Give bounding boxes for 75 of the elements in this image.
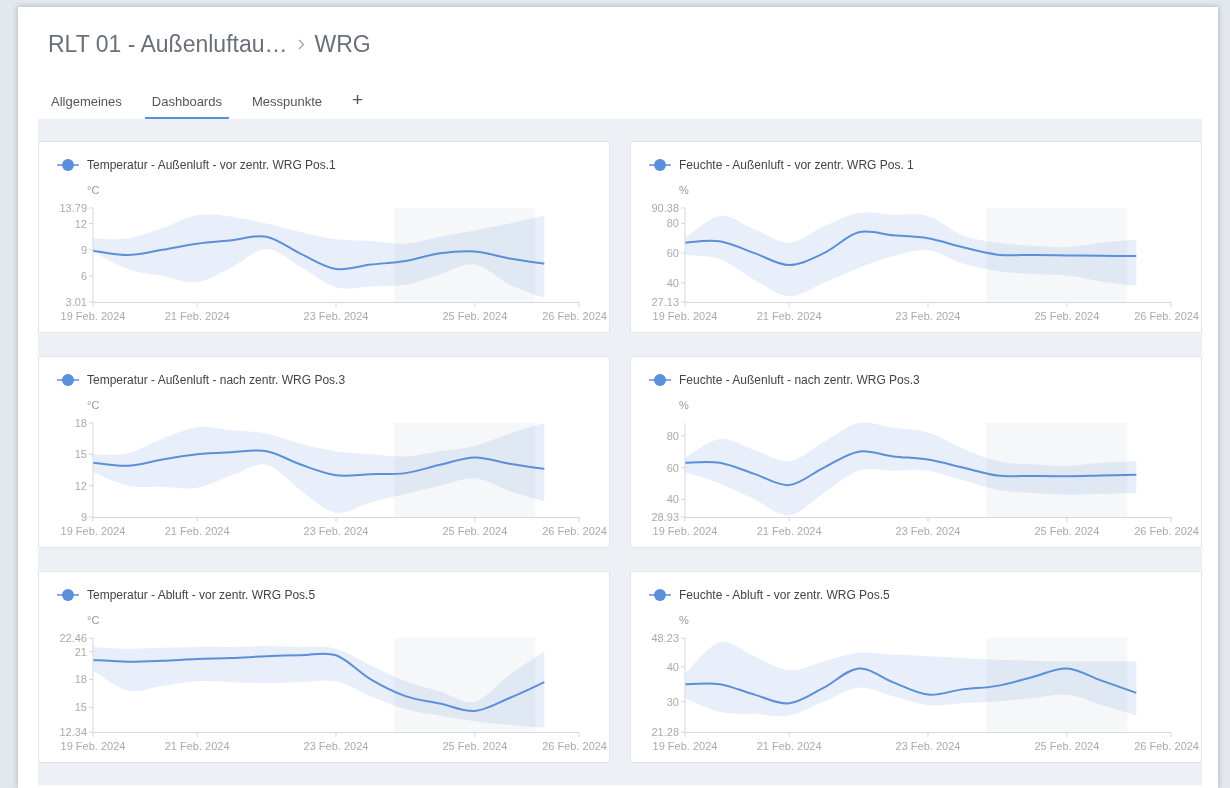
x-tick-label: 23 Feb. 2024: [303, 310, 369, 322]
x-tick-label: 26 Feb. 2024: [542, 525, 607, 537]
legend-label: Temperatur - Abluft - vor zentr. WRG Pos.5: [87, 588, 316, 602]
y-tick-label: 13.79: [59, 202, 87, 214]
y-tick-label: 48.23: [651, 632, 679, 644]
y-tick-label: 12: [74, 217, 87, 230]
tab[interactable]: Messpunkte: [244, 94, 330, 119]
y-tick-label: 30: [666, 695, 679, 708]
y-tick-label: 80: [666, 217, 679, 230]
legend-label: Temperatur - Außenluft - nach zentr. WRG Pos.3: [87, 373, 346, 387]
y-tick-label: 60: [666, 461, 679, 474]
x-tick-label: 21 Feb. 2024: [756, 310, 822, 322]
x-tick-label: 25 Feb. 2024: [442, 525, 508, 537]
tab[interactable]: Allgemeines: [44, 94, 129, 119]
breadcrumb-item[interactable]: RLT 01 - Außenluftau…: [48, 30, 288, 58]
axis-unit: °C: [87, 614, 100, 626]
axis-unit: %: [679, 614, 689, 626]
x-tick-label: 23 Feb. 2024: [303, 740, 369, 752]
legend-label: Feuchte - Abluft - vor zentr. WRG Pos.5: [679, 588, 890, 602]
x-tick-label: 25 Feb. 2024: [1034, 740, 1100, 752]
legend-label: Feuchte - Außenluft - nach zentr. WRG Pos.3: [679, 373, 920, 387]
chevron-right-icon: [297, 38, 305, 50]
y-tick-label: 22.46: [59, 632, 87, 644]
x-tick-label: 25 Feb. 2024: [1034, 310, 1100, 322]
x-tick-label: 19 Feb. 2024: [652, 525, 718, 537]
y-tick-label: 90.38: [651, 202, 679, 214]
x-tick-label: 21 Feb. 2024: [164, 525, 230, 537]
x-tick-label: 21 Feb. 2024: [756, 740, 822, 752]
legend-label: Temperatur - Außenluft - vor zentr. WRG Pos.1: [87, 158, 336, 172]
add-tab-button[interactable]: +: [345, 89, 371, 119]
y-tick-label: 27.13: [651, 296, 679, 308]
y-tick-label: 40: [666, 660, 679, 673]
x-tick-label: 26 Feb. 2024: [542, 310, 607, 322]
x-tick-label: 25 Feb. 2024: [442, 310, 508, 322]
y-tick-label: 6: [80, 269, 87, 282]
x-tick-label: 19 Feb. 2024: [652, 740, 718, 752]
legend-label: Feuchte - Außenluft - vor zentr. WRG Pos. 1: [679, 158, 914, 172]
y-tick-label: 40: [666, 493, 679, 506]
y-tick-label: 18: [74, 673, 87, 686]
x-tick-label: 19 Feb. 2024: [60, 740, 126, 752]
y-tick-label: 3.01: [65, 296, 87, 308]
x-tick-label: 26 Feb. 2024: [1134, 310, 1199, 322]
y-tick-label: 40: [666, 276, 679, 289]
y-tick-label: 9: [80, 511, 87, 523]
x-tick-label: 26 Feb. 2024: [542, 740, 607, 752]
x-tick-label: 21 Feb. 2024: [164, 740, 230, 752]
y-tick-label: 12: [74, 479, 87, 492]
x-tick-label: 19 Feb. 2024: [60, 525, 126, 537]
x-tick-label: 23 Feb. 2024: [303, 525, 369, 537]
axis-unit: %: [679, 399, 689, 411]
y-tick-label: 15: [74, 448, 87, 461]
breadcrumb-item: WRG: [314, 30, 371, 58]
axis-unit: °C: [87, 184, 100, 196]
x-tick-label: 21 Feb. 2024: [164, 310, 230, 322]
x-tick-label: 26 Feb. 2024: [1134, 740, 1199, 752]
y-tick-label: 18: [74, 417, 87, 429]
y-tick-label: 12.34: [59, 726, 87, 738]
x-tick-label: 19 Feb. 2024: [60, 310, 126, 322]
axis-unit: °C: [87, 399, 100, 411]
y-tick-label: 15: [74, 701, 87, 714]
x-tick-label: 19 Feb. 2024: [652, 310, 718, 322]
y-tick-label: 60: [666, 247, 679, 260]
x-tick-label: 25 Feb. 2024: [442, 740, 508, 752]
y-tick-label: 80: [666, 429, 679, 442]
x-tick-label: 26 Feb. 2024: [1134, 525, 1199, 537]
x-tick-label: 23 Feb. 2024: [895, 740, 961, 752]
x-tick-label: 23 Feb. 2024: [895, 525, 961, 537]
x-tick-label: 23 Feb. 2024: [895, 310, 961, 322]
y-tick-label: 9: [80, 243, 87, 256]
y-tick-label: 21: [74, 645, 87, 658]
axis-unit: %: [679, 184, 689, 196]
y-tick-label: 21.28: [651, 726, 679, 738]
x-tick-label: 25 Feb. 2024: [1034, 525, 1100, 537]
y-tick-label: 28.93: [651, 511, 679, 523]
x-tick-label: 21 Feb. 2024: [756, 525, 822, 537]
